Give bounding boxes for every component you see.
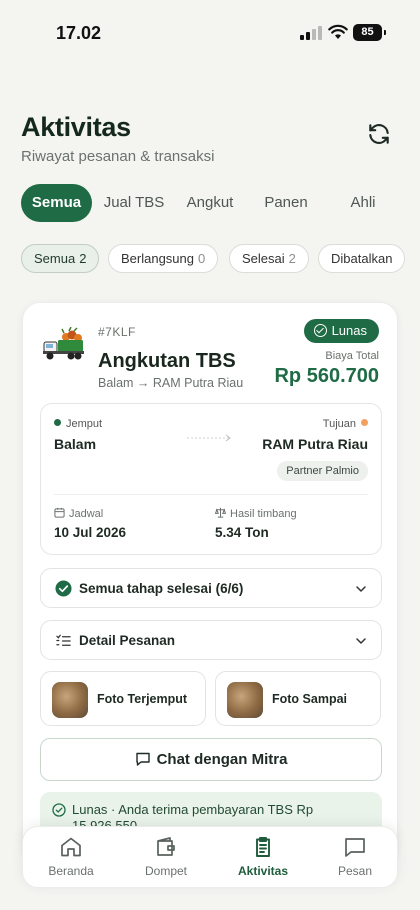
filter-semua[interactable]: Semua 2 <box>21 244 100 273</box>
photo-arrive-button[interactable]: Foto Sampai <box>215 671 381 726</box>
tab-panen[interactable]: Panen <box>256 184 316 222</box>
order-card[interactable]: #7KLF Angkutan TBS Balam → RAM Putra Ria… <box>22 302 398 862</box>
page-title: Aktivitas <box>21 112 131 142</box>
schedule-value: 10 Jul 2026 <box>54 525 127 540</box>
filter-label: Semua <box>34 251 76 266</box>
photo-pickup-button[interactable]: Foto Terjemput <box>40 671 206 726</box>
weight-value: 5.34 Ton <box>215 525 269 540</box>
nav-label: Pesan <box>337 864 373 878</box>
photo-thumbnail <box>52 682 88 718</box>
filter-count: 2 <box>79 251 87 266</box>
status-badge: Lunas <box>303 319 379 343</box>
schedule-label: Jadwal <box>54 507 103 520</box>
divider <box>54 494 368 495</box>
nav-pesan[interactable]: Pesan <box>315 835 395 878</box>
filter-selesai[interactable]: Selesai 2 <box>229 244 309 273</box>
tab-ahli[interactable]: Ahli <box>338 184 388 222</box>
page-subtitle: Riwayat pesanan & transaksi <box>21 148 215 165</box>
check-circle-icon <box>52 803 66 817</box>
nav-label: Beranda <box>48 864 94 878</box>
details-accordion[interactable]: Detail Pesanan <box>40 620 382 660</box>
pickup-value: Balam <box>54 436 97 452</box>
chevron-down-icon <box>356 638 366 644</box>
tab-angkut[interactable]: Angkut <box>178 184 242 222</box>
clipboard-icon <box>256 837 270 857</box>
pickup-label: Jemput <box>54 418 102 430</box>
message-icon <box>345 838 365 857</box>
list-check-icon <box>56 634 71 646</box>
photo-pickup-label: Foto Terjemput <box>97 692 188 706</box>
steps-label: Semua tahap selesai (6/6) <box>79 581 244 596</box>
details-label: Detail Pesanan <box>79 633 176 648</box>
tab-semua[interactable]: Semua <box>21 184 92 222</box>
scale-icon <box>215 507 226 518</box>
status-time: 17.02 <box>56 23 102 43</box>
home-icon <box>61 837 81 857</box>
chat-icon <box>135 752 150 766</box>
check-circle-icon <box>55 580 72 597</box>
chat-label: Chat dengan Mitra <box>156 751 288 768</box>
order-id: #7KLF <box>98 325 136 339</box>
partner-badge: Partner Palmio <box>277 461 368 481</box>
destination-value: RAM Putra Riau <box>262 436 368 452</box>
cost-label: Biaya Total <box>325 350 379 362</box>
steps-accordion[interactable]: Semua tahap selesai (6/6) <box>40 568 382 608</box>
nav-beranda[interactable]: Beranda <box>31 835 111 878</box>
cost-value: Rp 560.700 <box>274 365 379 387</box>
calendar-icon <box>54 507 65 518</box>
signal-icon <box>300 26 322 40</box>
filter-berlangsung[interactable]: Berlangsung 0 <box>108 244 219 273</box>
bottom-nav: Beranda Dompet Aktivitas Pesan <box>22 826 398 888</box>
pickup-dot-icon <box>54 419 61 426</box>
nav-aktivitas[interactable]: Aktivitas <box>223 835 303 878</box>
filter-label: Dibatalkan <box>331 251 393 266</box>
chat-partner-button[interactable]: Chat dengan Mitra <box>40 738 382 781</box>
check-circle-icon <box>313 324 327 337</box>
chevron-down-icon <box>356 586 366 592</box>
nav-label: Aktivitas <box>237 864 289 878</box>
filter-label: Berlangsung <box>121 251 194 266</box>
filter-count: 2 <box>288 251 296 266</box>
order-route: Balam → RAM Putra Riau <box>98 376 244 390</box>
route-summary: Jemput Balam Tujuan RAM Putra Riau Partn… <box>40 403 382 555</box>
truck-icon <box>43 327 84 360</box>
battery-icon: 85 <box>353 24 386 41</box>
weight-label: Hasil timbang <box>215 507 297 520</box>
nav-dompet[interactable]: Dompet <box>126 835 206 878</box>
photo-arrive-label: Foto Sampai <box>272 692 348 706</box>
wifi-icon <box>328 24 348 39</box>
destination-dot-icon <box>361 419 368 426</box>
filter-label: Selesai <box>242 251 285 266</box>
nav-label: Dompet <box>144 864 188 878</box>
photo-thumbnail <box>227 682 263 718</box>
status-label: Lunas <box>331 323 367 338</box>
filter-count: 0 <box>198 251 206 266</box>
status-filters: Semua 2 Berlangsung 0 Selesai 2 Dibatalkan <box>0 244 420 274</box>
route-arrow-icon <box>187 434 231 442</box>
category-tabs: Semua Jual TBS Angkut Panen Ahli <box>0 184 420 222</box>
status-bar: 17.02 85 <box>0 0 420 60</box>
tab-jual-tbs[interactable]: Jual TBS <box>98 184 170 222</box>
destination-label: Tujuan <box>323 418 368 430</box>
wallet-icon <box>157 837 175 856</box>
filter-dibatalkan[interactable]: Dibatalkan <box>318 244 406 273</box>
order-title: Angkutan TBS <box>98 350 236 372</box>
refresh-icon[interactable] <box>366 121 392 147</box>
